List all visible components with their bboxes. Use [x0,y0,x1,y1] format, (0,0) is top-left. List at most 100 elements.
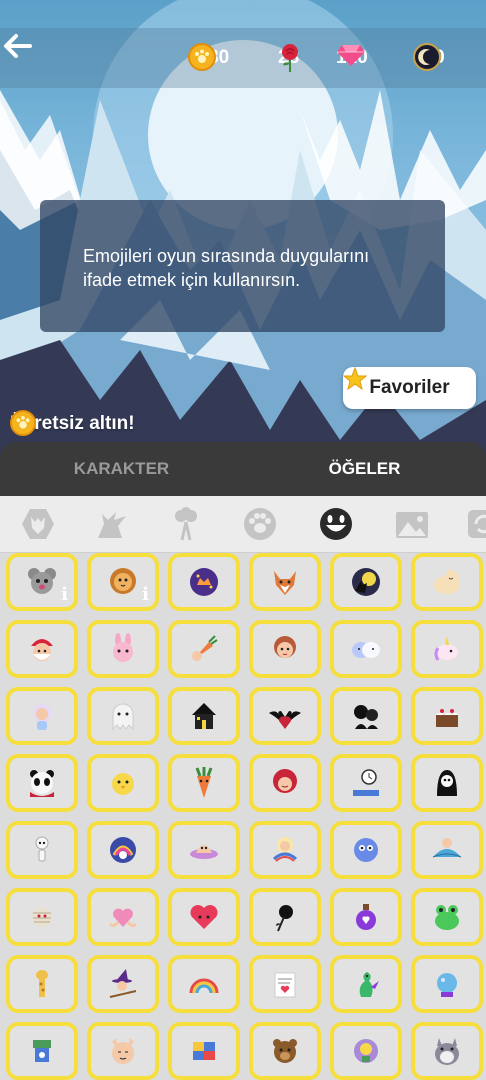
totoro-icon [435,1038,459,1065]
hero-banner: 1130 28 120 100 [0,0,486,460]
tab-ogeler[interactable]: ÖĞELER [243,442,486,496]
diamond-icon [337,45,365,66]
emoji-item-black-rose[interactable] [249,888,321,946]
info-icon: i [142,584,149,605]
rose-bouquet-icon[interactable] [168,506,204,542]
hugging-cats-icon [352,642,380,658]
tab-karakter[interactable]: KARAKTER [0,442,243,496]
emoji-item-sailor-girl[interactable] [249,821,321,879]
chick-icon [112,773,134,795]
paw-icon[interactable] [242,506,278,542]
emoji-item-santa[interactable] [6,620,78,678]
emoji-item-dragon[interactable] [330,955,402,1013]
emoji-item-potion[interactable] [330,888,402,946]
emoji-item-ghost[interactable] [87,687,159,745]
emoji-item-dark-couple[interactable] [330,687,402,745]
red-heart-icon [190,905,218,929]
sushi-box-icon [33,1040,51,1062]
emoji-item-haunted-house[interactable] [168,687,240,745]
smiley-icon[interactable] [318,506,354,542]
unicorn-icon [434,636,458,661]
emoji-item-bubble-girl[interactable] [6,687,78,745]
panda-vampire-icon [30,770,54,797]
emoji-item-moon-wolf[interactable] [330,553,402,611]
emoji-item-carrot-hand[interactable] [168,620,240,678]
wolf-head-icon[interactable] [20,506,56,542]
emoji-item-sushi-box[interactable] [6,1022,78,1080]
refresh-icon[interactable] [466,506,486,542]
emoji-item-koala[interactable]: i [6,553,78,611]
emoji-item-fox[interactable] [249,553,321,611]
emoji-item-cat-face[interactable] [87,1022,159,1080]
bear-icon [273,1039,297,1063]
mummy-icon [32,907,52,927]
emoji-item-unicorn[interactable] [411,620,483,678]
emoji-item-sleeping-cat[interactable] [411,553,483,611]
emoji-item-giraffe[interactable] [6,955,78,1013]
moon-counter: 100 [413,43,445,73]
favorites-button[interactable]: Favoriler [343,367,476,409]
emoji-item-girl-face[interactable] [249,620,321,678]
star-icon [343,367,367,391]
blue-blob-icon [354,838,378,862]
love-note-icon [274,972,296,998]
emoji-item-crystal-ball[interactable] [411,955,483,1013]
emoji-item-alarm-bed[interactable] [330,754,402,812]
wolf-howl-icon[interactable] [94,506,130,542]
emoji-item-bear[interactable] [249,1022,321,1080]
crystal-ball-icon [437,973,457,997]
emoji-item-galaxy-cat[interactable] [168,553,240,611]
emoji-item-flower-baby[interactable] [330,1022,402,1080]
emoji-item-heart-hands[interactable] [87,888,159,946]
emoji-item-ufo[interactable] [168,821,240,879]
emoji-item-blue-blob[interactable] [330,821,402,879]
heart-hands-icon [108,908,138,928]
favorites-label: Favoriler [369,377,450,398]
emoji-item-rainbow[interactable] [168,955,240,1013]
back-arrow-icon[interactable] [0,28,36,64]
gem-counter: 120 [336,43,368,73]
landscape-icon[interactable] [394,506,430,542]
emoji-item-skeleton[interactable] [6,821,78,879]
gold-coin-icon [188,43,216,71]
emoji-item-reaper[interactable] [411,754,483,812]
emoji-item-love-note[interactable] [249,955,321,1013]
emoji-item-cake[interactable] [411,687,483,745]
black-rose-icon [276,905,293,932]
pink-bunny-icon [113,633,133,662]
santa-icon [31,639,53,661]
emoji-item-witch[interactable] [87,955,159,1013]
puzzle-box-icon [193,1042,215,1060]
frog-icon [435,905,459,930]
info-box: Emojileri oyun sırasında duygularını ifa… [40,200,445,332]
bat-heart-icon [269,711,301,729]
witch-icon [109,969,137,998]
emoji-item-red-hair-girl[interactable] [249,754,321,812]
emoji-item-puzzle-box[interactable] [168,1022,240,1080]
emoji-item-baby-umbrella[interactable] [411,821,483,879]
emoji-item-panda-vampire[interactable] [6,754,78,812]
emoji-item-totoro[interactable] [411,1022,483,1080]
info-text: Emojileri oyun sırasında duygularını ifa… [83,244,423,292]
dark-couple-icon [354,705,378,729]
emoji-item-frog[interactable] [411,888,483,946]
emoji-item-red-heart[interactable] [168,888,240,946]
carrot-icon [195,767,213,798]
ufo-icon [190,845,218,859]
emoji-item-carrot[interactable] [168,754,240,812]
emoji-item-rainbow-unicorn[interactable] [87,821,159,879]
rose-counter: 28 [278,43,299,73]
potion-icon [356,904,376,930]
emoji-item-bat-heart[interactable] [249,687,321,745]
emoji-item-lion[interactable]: i [87,553,159,611]
gold-coin-icon [10,410,36,436]
emoji-item-mummy[interactable] [6,888,78,946]
info-line-2: ifade etmek için kullanırsın. [83,270,301,290]
free-gold-button[interactable]: Ücretsiz altın! [10,410,135,438]
emoji-item-chick[interactable] [87,754,159,812]
reaper-icon [437,770,457,796]
emoji-item-pink-bunny[interactable] [87,620,159,678]
emoji-item-hugging-cats[interactable] [330,620,402,678]
giraffe-icon [36,970,48,997]
lion-icon [110,568,136,594]
